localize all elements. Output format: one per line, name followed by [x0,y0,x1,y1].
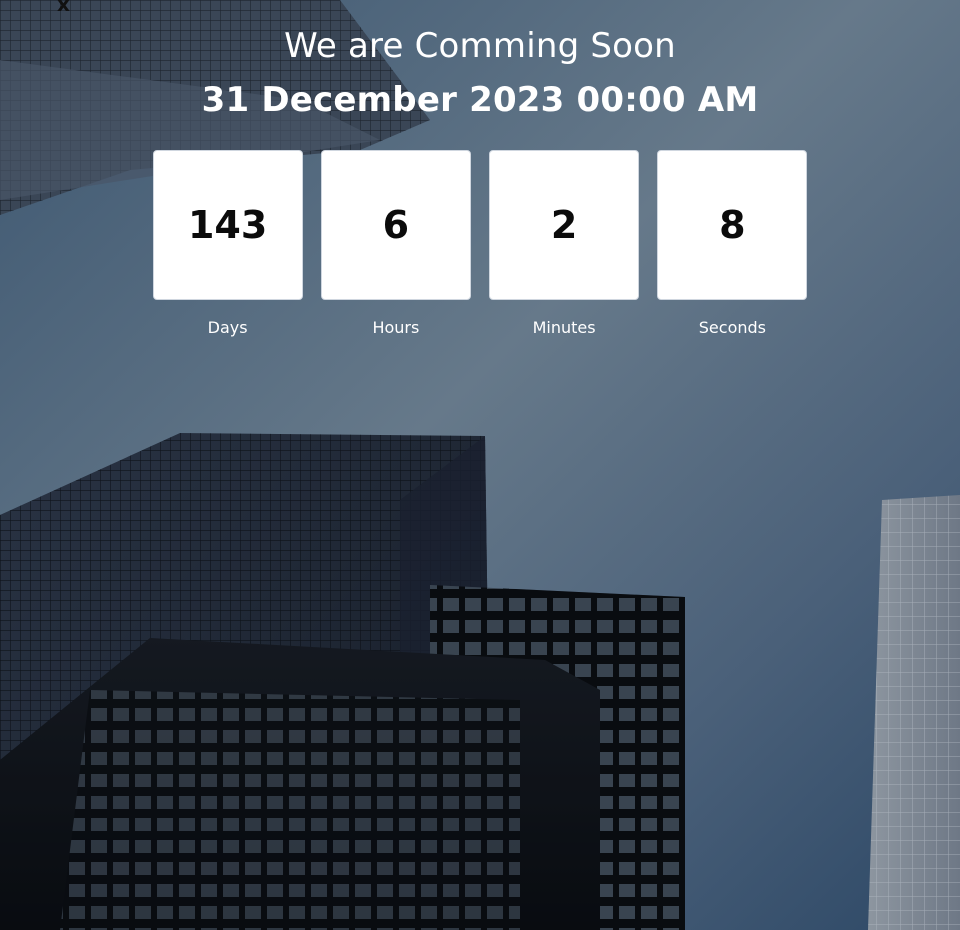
countdown-seconds-label: Seconds [698,318,766,337]
launch-date: 31 December 2023 00:00 AM [201,80,759,120]
countdown-hours-label: Hours [372,318,420,337]
countdown-hours-value: 6 [382,203,410,247]
countdown-minutes: 2 Minutes [489,150,640,337]
countdown-minutes-tile: 2 [489,150,640,300]
close-icon[interactable]: x [57,0,70,14]
countdown-minutes-value: 2 [550,203,578,247]
countdown-days-tile: 143 [152,150,303,300]
skyscraper-background-image [0,0,960,930]
countdown-days-label: Days [207,318,248,337]
countdown-seconds: 8 Seconds [657,150,808,337]
countdown-hours-tile: 6 [320,150,471,300]
countdown-timer: 143 Days 6 Hours 2 Minutes 8 Seconds [152,150,808,337]
countdown-days: 143 Days [152,150,303,337]
page-title: We are Comming Soon [284,26,676,66]
countdown-hours: 6 Hours [320,150,471,337]
countdown-seconds-value: 8 [719,203,746,247]
countdown-minutes-label: Minutes [532,318,596,337]
countdown-days-value: 143 [187,203,268,247]
countdown-seconds-tile: 8 [657,150,808,300]
heading-block: We are Comming Soon 31 December 2023 00:… [0,24,960,126]
